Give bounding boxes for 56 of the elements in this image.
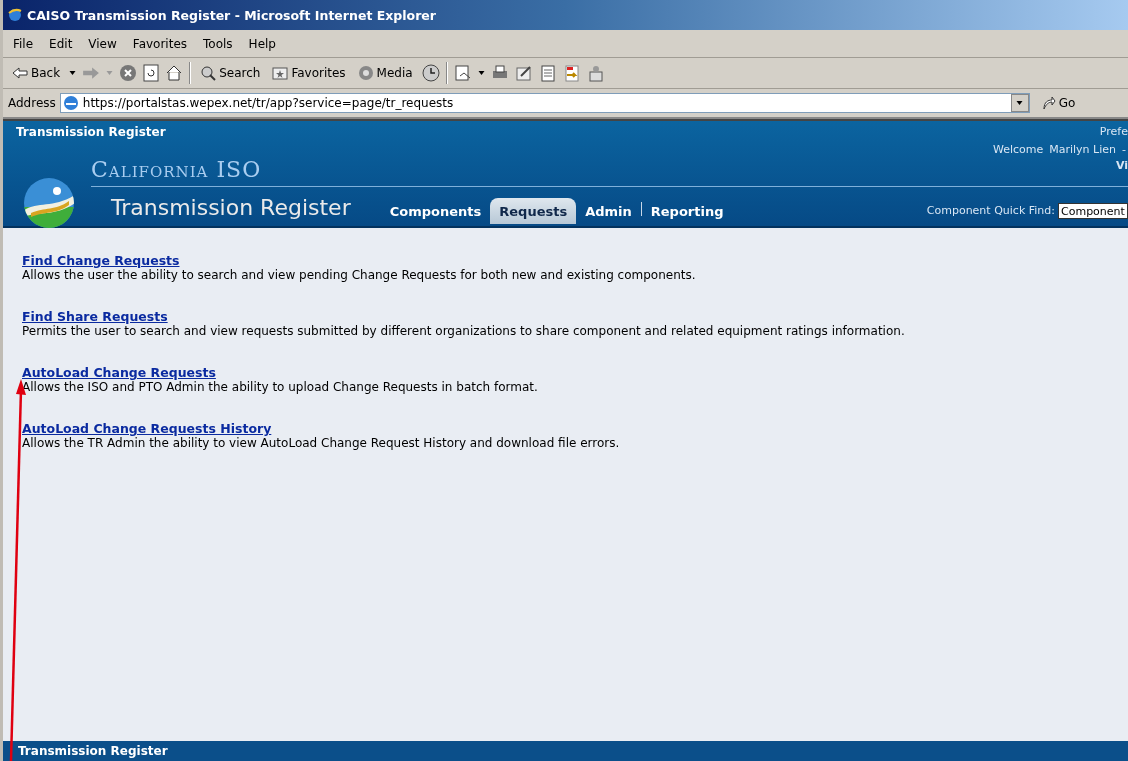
caret-icon	[1016, 101, 1024, 105]
go-button[interactable]: Go	[1033, 96, 1084, 110]
browser-icon	[7, 7, 23, 23]
link-description: Permits the user to search and view requests submitted by different organizations to share component and related equipment ratings information.	[22, 324, 905, 338]
edit-icon[interactable]	[514, 64, 533, 82]
search-button[interactable]: Search	[197, 65, 264, 81]
media-button[interactable]: Media	[354, 65, 416, 81]
link[interactable]: AutoLoad Change Requests	[22, 365, 216, 380]
star-folder-icon	[272, 66, 289, 80]
menu-item[interactable]: View	[80, 36, 125, 51]
welcome-text: Welcome	[992, 143, 1044, 158]
menu-item[interactable]: File	[3, 36, 42, 51]
dropdown-caret-icon[interactable]	[69, 71, 77, 75]
link[interactable]: Find Share Requests	[22, 309, 168, 324]
menu-item[interactable]: Tools	[195, 36, 241, 51]
link[interactable]: AutoLoad Change Requests History	[22, 421, 272, 436]
nav-tab[interactable]: Reporting	[641, 198, 733, 224]
header-link[interactable]: Vi	[1115, 159, 1128, 175]
link-description: Allows the TR Admin the ability to view AutoLoad Change Request History and download file errors.	[22, 436, 620, 450]
link-description: Allows the ISO and PTO Admin the ability to upload Change Requests in batch format.	[22, 380, 538, 394]
dash-text: -	[1122, 143, 1126, 158]
nav-tab[interactable]: Requests	[490, 198, 577, 224]
window-title: CAISO Transmission Register - Microsoft Internet Explorer	[27, 7, 436, 23]
dropdown-caret-icon[interactable]	[477, 71, 485, 75]
curved-arrow-icon	[1041, 96, 1056, 110]
footer-text: Transmission Register	[18, 744, 168, 758]
messenger-icon[interactable]	[562, 64, 581, 82]
history-icon[interactable]	[421, 64, 440, 82]
home-icon[interactable]	[165, 64, 184, 82]
app-title: Transmission Register	[111, 195, 351, 222]
disc-icon	[357, 65, 374, 81]
menu-item[interactable]: Favorites	[124, 36, 196, 51]
back-arrow-icon	[12, 67, 28, 79]
page-icon	[62, 95, 79, 111]
menu-item[interactable]: Help	[240, 36, 284, 51]
dropdown-button[interactable]	[1010, 94, 1029, 112]
quick-find-label: Component Quick Find:	[926, 204, 1055, 219]
link-description: Allows the user the ability to search and view pending Change Requests for both new and existing components.	[22, 268, 696, 282]
back-button[interactable]: Back	[9, 66, 64, 80]
quick-find-field[interactable]: Component	[1058, 203, 1128, 219]
address-field[interactable]: https://portalstas.wepex.net/tr/app?service=page/tr_requests	[59, 93, 1030, 113]
document-icon[interactable]	[538, 64, 557, 82]
refresh-icon[interactable]	[143, 64, 160, 82]
link[interactable]: Find Change Requests	[22, 253, 180, 268]
menu-item[interactable]: Edit	[41, 36, 81, 51]
organization-name: California ISO	[91, 157, 262, 183]
user-name: Marilyn Lien	[1049, 143, 1116, 158]
nav-tab[interactable]: Components	[380, 198, 491, 224]
favorites-button[interactable]: Favorites	[269, 66, 349, 80]
preferences-link[interactable]: Prefe	[1099, 125, 1128, 141]
app-name: Transmission Register	[16, 125, 166, 141]
address-label: Address	[8, 96, 56, 110]
mail-icon[interactable]	[453, 64, 472, 82]
nav-tab[interactable]: Admin	[576, 198, 641, 224]
stop-icon[interactable]	[119, 64, 138, 82]
search-icon	[200, 65, 217, 81]
